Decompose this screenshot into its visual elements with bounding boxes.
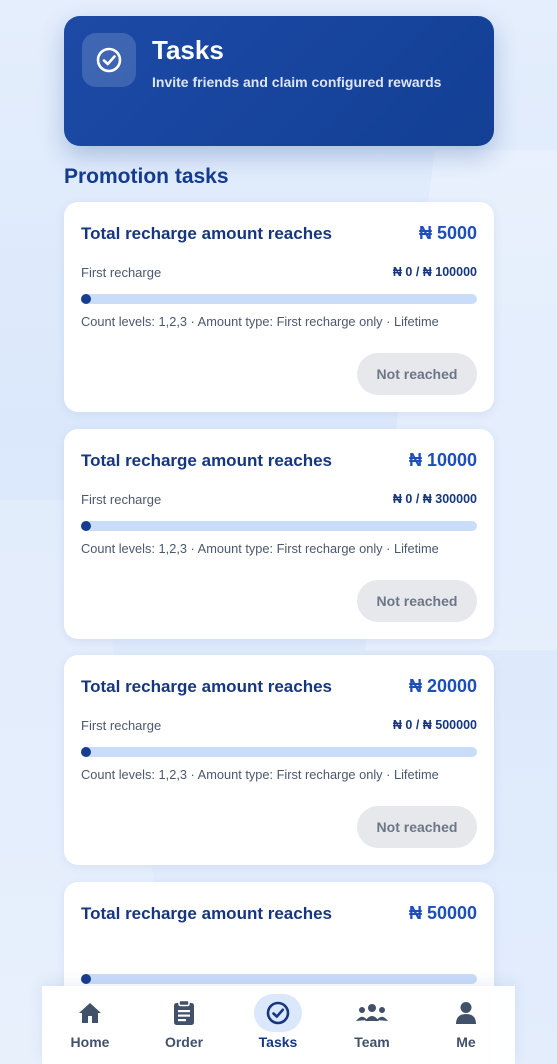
task-card: Total recharge amount reaches ₦ 5000 Fir… [64, 202, 494, 412]
nav-item-me[interactable]: Me [419, 986, 513, 1064]
progress-indicator [81, 747, 91, 757]
task-progress-text: ₦ 0 / ₦ 100000 [392, 265, 477, 279]
task-title: Total recharge amount reaches [81, 904, 332, 923]
task-meta: Count levels: 1,2,3 · Amount type: First… [81, 541, 439, 556]
task-type-label: First recharge [81, 718, 162, 733]
nav-item-tasks[interactable]: Tasks [231, 986, 325, 1064]
user-icon [442, 994, 490, 1032]
progress-indicator [81, 521, 91, 531]
task-type-label: First recharge [81, 265, 162, 280]
task-title: Total recharge amount reaches [81, 451, 332, 470]
page-title: Tasks [152, 35, 224, 65]
not-reached-button[interactable]: Not reached [357, 353, 477, 395]
check-circle-icon [82, 33, 136, 87]
task-meta: Count levels: 1,2,3 · Amount type: First… [81, 314, 439, 329]
section-title: Promotion tasks [64, 165, 229, 188]
task-progress-text: ₦ 0 / ₦ 300000 [392, 492, 477, 506]
team-icon [348, 994, 396, 1032]
nav-item-order[interactable]: Order [137, 986, 231, 1064]
task-reward-amount: ₦ 10000 [408, 450, 477, 470]
tasks-header: Tasks Invite friends and claim configure… [64, 16, 494, 146]
task-reward-amount: ₦ 5000 [418, 223, 477, 243]
task-card: Total recharge amount reaches ₦ 20000 Fi… [64, 655, 494, 865]
task-progress-bar [81, 521, 477, 531]
tasks-page: Tasks Invite friends and claim configure… [0, 0, 557, 1064]
task-title: Total recharge amount reaches [81, 224, 332, 243]
task-meta: Count levels: 1,2,3 · Amount type: First… [81, 767, 439, 782]
task-title: Total recharge amount reaches [81, 677, 332, 696]
task-reward-amount: ₦ 50000 [408, 903, 477, 923]
nav-label: Order [164, 1034, 204, 1050]
task-reward-amount: ₦ 20000 [408, 676, 477, 696]
home-icon [66, 994, 114, 1032]
task-progress-text: ₦ 0 / ₦ 500000 [392, 718, 477, 732]
progress-indicator [81, 294, 91, 304]
nav-item-home[interactable]: Home [43, 986, 137, 1064]
check-circle-icon [254, 994, 302, 1032]
task-type-label: First recharge [81, 492, 162, 507]
not-reached-button[interactable]: Not reached [357, 806, 477, 848]
task-progress-bar [81, 747, 477, 757]
progress-indicator [81, 974, 91, 984]
not-reached-button[interactable]: Not reached [357, 580, 477, 622]
bottom-nav: Home Order Tasks Team Me [42, 986, 515, 1064]
page-subtitle: Invite friends and claim configured rewa… [152, 74, 442, 90]
clipboard-icon [160, 994, 208, 1032]
nav-label: Tasks [258, 1034, 298, 1050]
nav-item-team[interactable]: Team [325, 986, 419, 1064]
task-progress-bar [81, 974, 477, 984]
nav-label: Home [70, 1034, 110, 1050]
nav-label: Me [456, 1034, 476, 1050]
nav-label: Team [354, 1034, 390, 1050]
task-card: Total recharge amount reaches ₦ 10000 Fi… [64, 429, 494, 639]
task-progress-bar [81, 294, 477, 304]
